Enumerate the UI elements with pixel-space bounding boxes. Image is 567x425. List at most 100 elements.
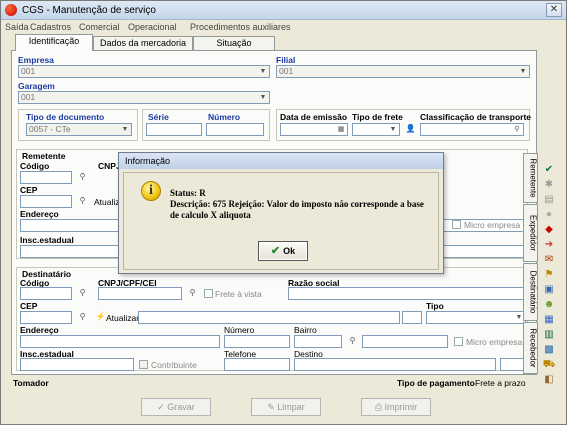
serie-label: Série bbox=[148, 112, 169, 122]
folder-icon[interactable]: ▣ bbox=[542, 283, 556, 296]
tipo-pagamento-label: Tipo de pagamento bbox=[397, 378, 475, 388]
menu-saida[interactable]: Saída bbox=[5, 22, 29, 32]
calendar-icon[interactable]: ▦ bbox=[335, 124, 347, 135]
app-logo-icon bbox=[5, 4, 17, 16]
telefone-input[interactable] bbox=[224, 358, 290, 371]
user-lookup-icon[interactable]: 👤 bbox=[402, 123, 419, 136]
document-icon[interactable]: ▤ bbox=[542, 193, 556, 206]
binoculars-icon[interactable]: ⚲ bbox=[74, 195, 91, 208]
tipo-frete-select[interactable]: ▼ bbox=[352, 123, 400, 136]
side-tab-expedidor[interactable]: Expedidor bbox=[523, 204, 538, 262]
remetente-micro-empresa-label: Micro empresa bbox=[464, 220, 521, 230]
chart-icon[interactable]: ▩ bbox=[542, 343, 556, 356]
circle-icon[interactable]: ● bbox=[542, 208, 556, 221]
dialog-title: Informação bbox=[119, 153, 443, 169]
close-button[interactable]: ✕ bbox=[546, 3, 562, 17]
tipo-doc-value: 0057 - CTe bbox=[29, 124, 71, 134]
remetente-cep-input[interactable] bbox=[20, 195, 72, 208]
tab-dados-mercadoria[interactable]: Dados da mercadoria bbox=[93, 36, 193, 50]
side-tab-remetente[interactable]: Remetente bbox=[523, 153, 538, 203]
destinatario-micro-empresa-label: Micro empresa bbox=[466, 337, 523, 347]
chevron-down-icon: ▼ bbox=[389, 126, 397, 133]
side-tab-label: Recebedor bbox=[528, 328, 538, 368]
destinatario-uf-input[interactable] bbox=[402, 311, 422, 324]
destinatario-atualizar-button[interactable]: Atualizar bbox=[106, 313, 139, 323]
classificacao-input[interactable]: ⚲ bbox=[420, 123, 524, 136]
ok-button[interactable]: ✔ Ok bbox=[258, 241, 308, 261]
tipo-select[interactable]: ▼ bbox=[426, 311, 526, 324]
remetente-codigo-label: Código bbox=[20, 161, 50, 171]
destino-input[interactable] bbox=[294, 358, 496, 371]
empresa-select[interactable]: 001 ▼ bbox=[18, 65, 270, 78]
people-icon[interactable]: ☻ bbox=[542, 298, 556, 311]
settings-icon[interactable]: ✱ bbox=[542, 178, 556, 191]
destinatario-endereco-input[interactable] bbox=[20, 335, 220, 348]
destinatario-codigo-input[interactable] bbox=[20, 287, 72, 300]
bairro-label: Bairro bbox=[294, 325, 317, 335]
numero-label: Número bbox=[208, 112, 241, 122]
eraser-icon[interactable]: ◆ bbox=[542, 223, 556, 236]
dialog-body: i Status: R Descrição: 675 Rejeição: Val… bbox=[123, 172, 439, 270]
tipo-doc-select[interactable]: 0057 - CTe ▼ bbox=[26, 123, 132, 136]
destinatario-insc-input[interactable] bbox=[20, 358, 134, 371]
mail-icon[interactable]: ✉ bbox=[542, 253, 556, 266]
numero-input[interactable] bbox=[206, 123, 264, 136]
menu-comercial[interactable]: Comercial bbox=[79, 22, 120, 32]
destinatario-numero-input[interactable] bbox=[224, 335, 290, 348]
remetente-title: Remetente bbox=[22, 151, 66, 161]
chevron-down-icon: ▼ bbox=[519, 68, 527, 75]
data-emissao-input[interactable]: ▦ bbox=[280, 123, 348, 136]
truck-icon[interactable]: ⛟ bbox=[542, 358, 556, 371]
remetente-endereco-input[interactable] bbox=[20, 219, 120, 232]
ok-label: Ok bbox=[283, 246, 296, 256]
book-icon[interactable]: ▥ bbox=[542, 328, 556, 341]
gravar-button[interactable]: ✓ Gravar bbox=[141, 398, 211, 416]
binoculars-icon[interactable]: ⚲ bbox=[184, 287, 201, 300]
confirm-check-icon[interactable]: ✔ bbox=[542, 163, 556, 176]
imprimir-button[interactable]: ⎙ Imprimir bbox=[361, 398, 431, 416]
menu-procedimentos[interactable]: Procedimentos auxiliares bbox=[190, 22, 291, 32]
box-icon[interactable]: ◧ bbox=[542, 373, 556, 386]
frete-vista-checkbox[interactable] bbox=[204, 289, 213, 298]
chevron-down-icon: ▼ bbox=[259, 68, 267, 75]
destinatario-micro-empresa-checkbox[interactable] bbox=[454, 337, 463, 346]
garagem-select[interactable]: 001 ▼ bbox=[18, 91, 270, 104]
remetente-codigo-input[interactable] bbox=[20, 171, 72, 184]
binoculars-icon[interactable]: ⚲ bbox=[344, 335, 361, 348]
serie-input[interactable] bbox=[146, 123, 202, 136]
binoculars-icon[interactable]: ⚲ bbox=[74, 287, 91, 300]
remetente-insc-input[interactable] bbox=[20, 245, 120, 258]
dialog-descricao-line1: Descrição: 675 Rejeição: Valor do impost… bbox=[170, 199, 424, 209]
chevron-down-icon: ▼ bbox=[259, 94, 267, 101]
bairro-nome-input[interactable] bbox=[362, 335, 448, 348]
remetente-destino-input[interactable] bbox=[442, 245, 526, 258]
main-window: CGS - Manutenção de serviço ✕ Saída Cada… bbox=[0, 0, 567, 425]
flag-icon[interactable]: ⚑ bbox=[542, 268, 556, 281]
binoculars-icon[interactable]: ⚲ bbox=[74, 311, 91, 324]
bairro-input[interactable] bbox=[294, 335, 342, 348]
menu-operacional[interactable]: Operacional bbox=[128, 22, 177, 32]
destinatario-cep-input[interactable] bbox=[20, 311, 72, 324]
side-tab-recebedor[interactable]: Recebedor bbox=[523, 322, 538, 374]
destinatario-cidade-input[interactable] bbox=[138, 311, 400, 324]
tab-situacao[interactable]: Situação bbox=[193, 36, 275, 50]
binoculars-icon[interactable]: ⚲ bbox=[511, 124, 523, 135]
limpar-button[interactable]: ✎ Limpar bbox=[251, 398, 321, 416]
remetente-micro-empresa-checkbox[interactable] bbox=[452, 220, 461, 229]
bottom-bar: Tomador Tipo de pagamento Frete a prazo bbox=[11, 377, 537, 389]
contribuinte-checkbox[interactable] bbox=[139, 360, 148, 369]
grid-icon[interactable]: ▦ bbox=[542, 313, 556, 326]
filial-select[interactable]: 001 ▼ bbox=[276, 65, 530, 78]
export-icon[interactable]: ➔ bbox=[542, 238, 556, 251]
tab-identificacao[interactable]: Identificação bbox=[15, 34, 93, 51]
remetente-endereco-label: Endereço bbox=[20, 209, 59, 219]
binoculars-icon[interactable]: ⚲ bbox=[74, 171, 91, 184]
chevron-down-icon: ▼ bbox=[121, 126, 129, 133]
destinatario-cnpj-input[interactable] bbox=[98, 287, 182, 300]
menu-bar: Saída Cadastros Comercial Operacional Pr… bbox=[1, 21, 566, 34]
menu-cadastros[interactable]: Cadastros bbox=[30, 22, 71, 32]
razao-social-input[interactable] bbox=[288, 287, 526, 300]
destinatario-cep-label: CEP bbox=[20, 301, 38, 311]
remetente-cep-label: CEP bbox=[20, 185, 38, 195]
tipo-pagamento-value: Frete a prazo bbox=[475, 378, 526, 388]
